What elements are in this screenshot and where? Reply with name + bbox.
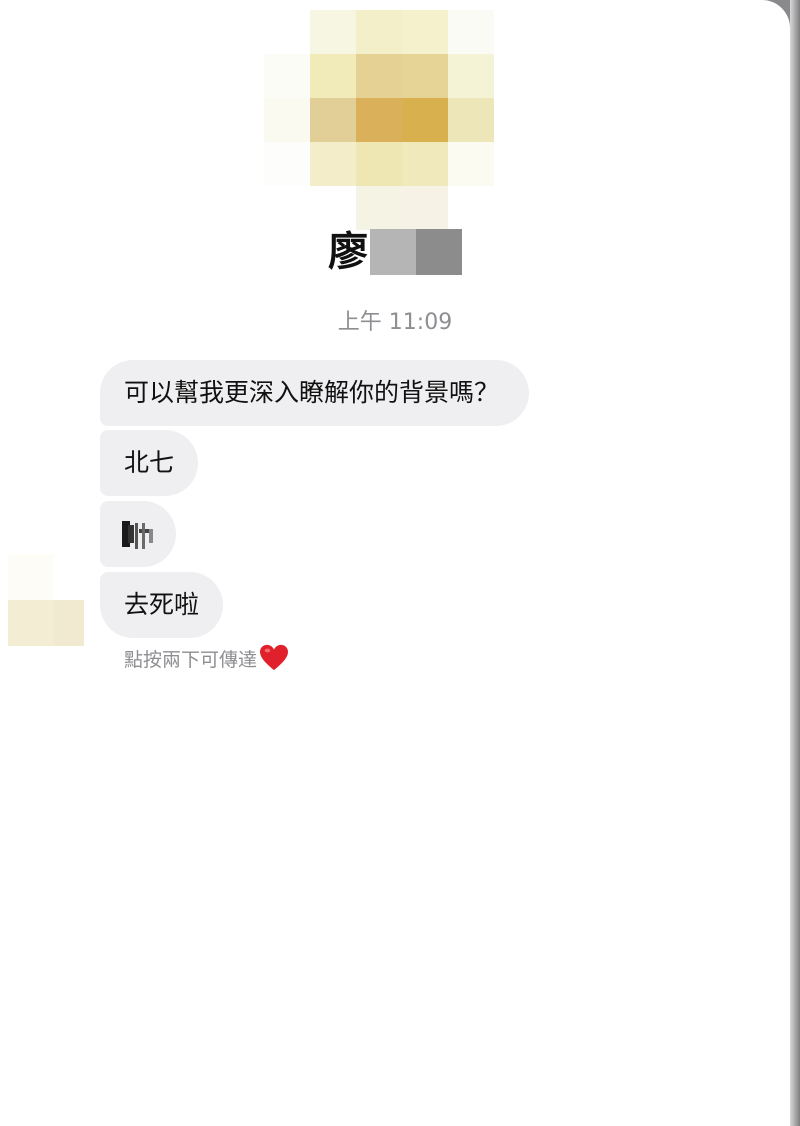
message-bubble[interactable]: 北七 <box>100 430 199 496</box>
message-bubble[interactable]: 可以幫我更深入瞭解你的背景嗎？ <box>100 360 530 426</box>
reaction-hint: 點按兩下可傳達 <box>124 644 289 672</box>
chat-window: 廖 上午 11:09 可以幫我更深入瞭解你的背景嗎？ 北七 去死啦 點按兩下可傳… <box>0 0 790 1126</box>
contact-name-row[interactable]: 廖 <box>0 226 790 278</box>
reaction-hint-text: 點按兩下可傳達 <box>124 648 258 671</box>
contact-name: 廖 <box>328 229 368 275</box>
sender-avatar[interactable] <box>8 554 84 646</box>
heart-icon[interactable] <box>259 644 289 672</box>
message-timestamp: 上午 11:09 <box>337 310 453 335</box>
message-bubble[interactable]: 去死啦 <box>100 572 224 638</box>
message-bubble[interactable] <box>100 501 176 567</box>
profile-avatar[interactable] <box>264 10 494 230</box>
censored-message-icon <box>122 521 153 549</box>
censored-name-block <box>416 229 462 275</box>
window-edge <box>790 0 800 1126</box>
censored-name-block <box>370 229 416 275</box>
